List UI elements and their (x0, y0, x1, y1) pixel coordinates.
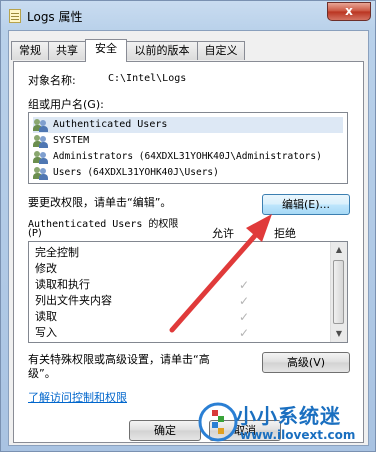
watermark-logo-icon (198, 402, 238, 442)
watermark-url: www.ilovext.com (240, 428, 356, 442)
tab-security[interactable]: 安全 (85, 39, 127, 62)
watermark-name: 小小系统迷 (236, 404, 341, 428)
annotation-arrow (169, 214, 272, 333)
site-watermark: 小小系统迷 www.ilovext.com (196, 398, 376, 452)
